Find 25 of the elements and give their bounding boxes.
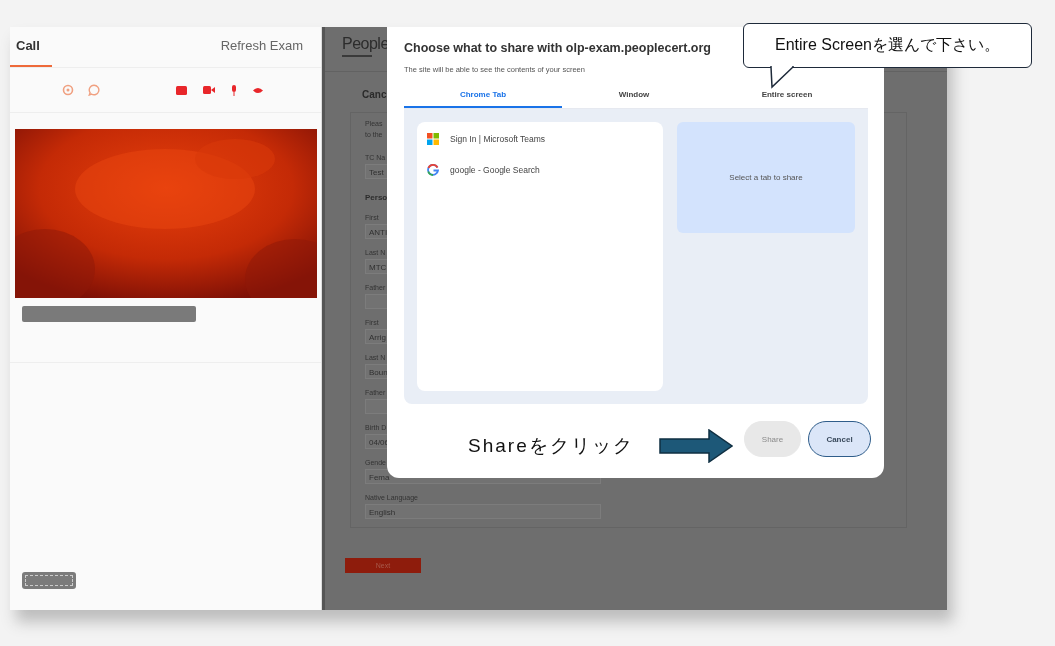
chat-icon xyxy=(88,84,100,96)
instruction-text: Shareをクリック xyxy=(468,434,634,458)
arrow-icon xyxy=(659,429,733,463)
windows-logo-icon xyxy=(427,133,439,145)
tab-list-item[interactable]: google - Google Search xyxy=(427,161,653,179)
keyboard-button[interactable] xyxy=(22,572,76,589)
section-heading: Perso xyxy=(365,193,389,202)
settings-icon xyxy=(62,84,74,96)
logo-tagline-bar xyxy=(342,55,372,57)
microphone-icon xyxy=(231,84,237,96)
form-heading: Canc xyxy=(361,88,387,102)
screen-share-icon xyxy=(176,85,187,95)
eye-icon xyxy=(253,86,263,94)
sidebar-tab[interactable]: Refresh Exam xyxy=(212,27,311,67)
google-logo-icon xyxy=(427,164,439,176)
camera-icon xyxy=(203,86,215,94)
cancel-button[interactable]: Cancel xyxy=(808,421,871,457)
logo: People xyxy=(342,35,389,53)
tab-list-item[interactable]: Sign In | Microsoft Teams xyxy=(427,130,653,148)
callout-tail xyxy=(769,66,795,89)
preview-panel: Select a tab to share xyxy=(677,122,855,233)
sidebar-tab[interactable]: Call xyxy=(10,27,52,67)
dialog-tab[interactable]: Entire screen xyxy=(706,87,868,108)
dialog-title: Choose what to share with olp-exam.peoplecert.org xyxy=(404,41,711,55)
dialog-tab[interactable]: Window xyxy=(562,87,706,108)
